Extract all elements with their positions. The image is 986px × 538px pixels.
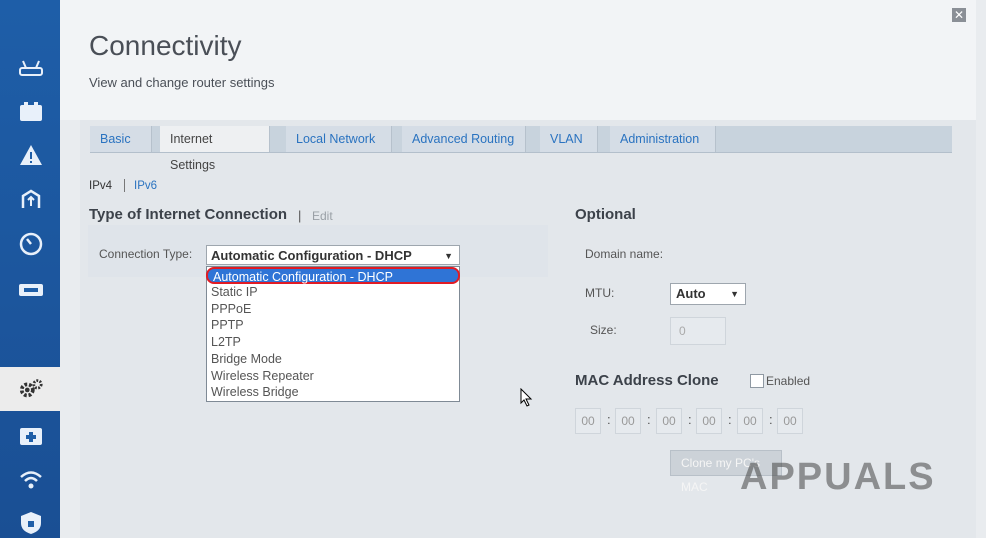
mac-colon: : (647, 412, 651, 427)
sidebar (0, 0, 60, 538)
router-icon[interactable] (18, 56, 44, 82)
mac-clone-section-title: MAC Address Clone (575, 372, 719, 389)
mac-colon: : (607, 412, 611, 427)
connection-type-dropdown: Automatic Configuration - DHCP Static IP… (206, 266, 460, 402)
mac-colon: : (688, 412, 692, 427)
security-icon[interactable] (18, 510, 44, 536)
ip-separator (124, 179, 125, 192)
size-field[interactable]: 0 (670, 317, 726, 345)
settings-icon (18, 376, 44, 402)
title-separator: | (298, 208, 302, 223)
chevron-down-icon: ▼ (730, 289, 739, 299)
connection-type-value: Automatic Configuration - DHCP (211, 248, 412, 263)
mtu-value: Auto (676, 286, 706, 301)
option-static-ip[interactable]: Static IP (211, 285, 258, 299)
troubleshoot-icon[interactable] (18, 422, 44, 448)
option-dhcp[interactable]: Automatic Configuration - DHCP (206, 267, 460, 284)
watermark-logo: APPUALS (740, 456, 936, 498)
alert-icon[interactable] (18, 142, 44, 168)
mac-octet-field[interactable]: 00 (696, 408, 722, 434)
connection-type-select[interactable]: Automatic Configuration - DHCP ▼ (206, 245, 460, 265)
wireless-icon[interactable] (18, 467, 44, 493)
speed-test-icon[interactable] (18, 231, 44, 257)
edit-link[interactable]: Edit (312, 209, 333, 223)
option-wireless-repeater[interactable]: Wireless Repeater (211, 369, 314, 383)
mac-octet-field[interactable]: 00 (575, 408, 601, 434)
page-header: Connectivity View and change router sett… (60, 0, 976, 120)
usb-icon[interactable] (18, 277, 44, 303)
ipv4-link[interactable]: IPv4 (89, 180, 112, 192)
option-pppoe[interactable]: PPPoE (211, 302, 251, 316)
page-title: Connectivity (89, 30, 242, 61)
enabled-checkbox[interactable] (750, 374, 764, 388)
connection-type-label: Connection Type: (99, 247, 193, 261)
chevron-down-icon: ▼ (444, 251, 453, 261)
mac-octet-field[interactable]: 00 (737, 408, 763, 434)
tab-basic[interactable]: Basic (90, 126, 152, 152)
optional-section-title: Optional (575, 206, 636, 223)
tab-bar: Basic Internet Settings Local Network Ad… (90, 126, 952, 172)
option-wireless-bridge[interactable]: Wireless Bridge (211, 385, 299, 399)
mac-octet-field[interactable]: 00 (777, 408, 803, 434)
network-map-icon[interactable] (18, 98, 44, 124)
connection-section-title: Type of Internet Connection (89, 206, 288, 223)
sidebar-item-settings-active[interactable] (0, 367, 60, 411)
page-subtitle: View and change router settings (89, 75, 275, 90)
size-label: Size: (590, 323, 617, 337)
mouse-cursor-icon (520, 388, 533, 407)
tab-administration[interactable]: Administration (610, 126, 716, 152)
enabled-label: Enabled (766, 374, 811, 388)
mtu-label: MTU: (585, 286, 615, 300)
option-bridge-mode[interactable]: Bridge Mode (211, 352, 282, 366)
close-icon[interactable]: ✕ (952, 8, 966, 22)
mac-octet-field[interactable]: 00 (615, 408, 641, 434)
mac-octet-field[interactable]: 00 (656, 408, 682, 434)
ipv6-link[interactable]: IPv6 (134, 180, 157, 192)
option-l2tp[interactable]: L2TP (211, 335, 241, 349)
priority-icon[interactable] (18, 187, 44, 213)
tab-advanced-routing[interactable]: Advanced Routing (402, 126, 526, 152)
tab-local-network[interactable]: Local Network (286, 126, 392, 152)
mtu-select[interactable]: Auto ▼ (670, 283, 746, 305)
domain-name-label: Domain name: (585, 247, 664, 261)
mac-colon: : (728, 412, 732, 427)
mac-colon: : (769, 412, 773, 427)
option-pptp[interactable]: PPTP (211, 318, 244, 332)
tab-internet-settings[interactable]: Internet Settings (160, 126, 270, 172)
tab-vlan[interactable]: VLAN (540, 126, 598, 152)
